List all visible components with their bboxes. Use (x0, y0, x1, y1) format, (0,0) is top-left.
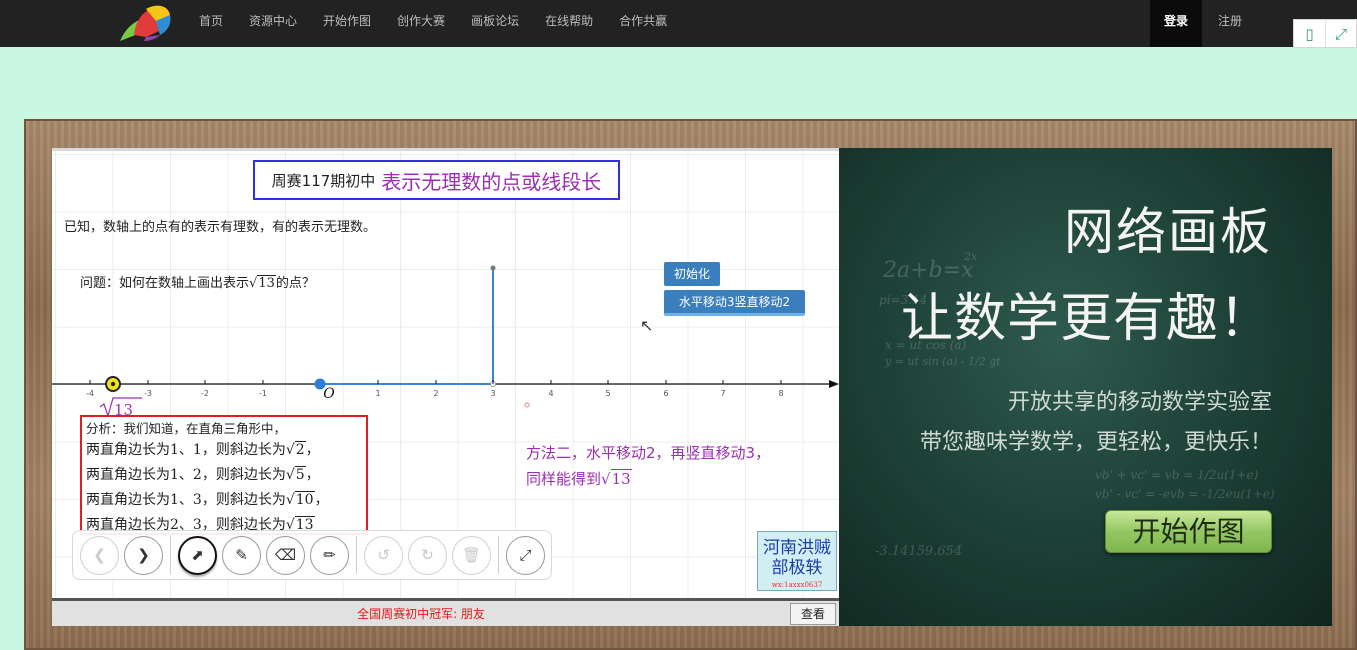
tick-label: 4 (548, 389, 553, 398)
stamp-contact: wx:1axxx0637 (771, 581, 823, 589)
champion-text: 全国周赛初中冠军: 朋友 (357, 607, 485, 621)
trash-icon[interactable]: 🗑 (452, 535, 491, 575)
forward-icon[interactable]: ❯ (124, 535, 163, 575)
small-point (524, 402, 530, 408)
pointer-icon[interactable]: ⬈ (178, 535, 217, 575)
tick-label: 5 (605, 389, 610, 398)
nav-help[interactable]: 在线帮助 (532, 0, 606, 47)
view-button[interactable]: 查看 (790, 603, 836, 625)
nav-home[interactable]: 首页 (186, 0, 236, 47)
stamp-text: 河南洪贼 (763, 538, 831, 558)
eraser-icon[interactable]: ⌫ (266, 535, 305, 575)
tick-label: 8 (778, 389, 783, 398)
init-button[interactable]: 初始化 (664, 262, 720, 286)
promo-chalkboard: 2x 2a+b=x pi=3.14 x = ut cos (a) y = ut … (839, 148, 1332, 626)
question-suffix: 的点？ (275, 276, 315, 291)
top-nav-bar: 首页 资源中心 开始作图 创作大赛 画板论坛 在线帮助 合作共赢 登录 注册 (0, 0, 1357, 47)
start-drawing-button[interactable]: 开始作图 (1105, 510, 1272, 553)
tick-label: 3 (490, 389, 495, 398)
author-stamp: 河南洪贼 部极轶 wx:1axxx0637 (757, 531, 837, 591)
nav-contest[interactable]: 创作大赛 (384, 0, 458, 47)
doodle: y = ut sin (a) - 1/2 gt (885, 355, 1001, 368)
title-prefix: 周赛117期初中 (271, 171, 376, 190)
nav-forum[interactable]: 画板论坛 (458, 0, 532, 47)
promo-tagline-1: 开放共享的移动数学实验室 (1007, 390, 1272, 415)
redo-icon[interactable]: ↻ (408, 535, 447, 575)
sqrt13-point-center (110, 381, 116, 387)
login-button[interactable]: 登录 (1150, 0, 1202, 47)
promo-headline: 网络画板 (1064, 203, 1272, 261)
pencil-icon[interactable]: ✎ (222, 535, 261, 575)
register-link[interactable]: 注册 (1208, 0, 1252, 47)
drawing-toolbar: ❮ ❯ ⬈ ✎ ⌫ ✏ ↺ ↻ 🗑 ⤢ (72, 530, 552, 580)
analysis-intro: 分析：我们知道，在直角三角形中， (86, 421, 287, 436)
pen-underline-icon[interactable]: ✏ (310, 535, 349, 575)
analysis-line: 两直角边长为1、2，则斜边长为√5， (86, 466, 320, 483)
tick-label: 7 (720, 389, 725, 398)
question-prefix: 问题：如何在数轴上画出表示 (80, 276, 250, 291)
side-tools: ▯ ⤢ (1293, 19, 1357, 48)
tick-label: -2 (201, 389, 209, 398)
doodle: vb' + vc' = vb = 1/2u(1+e) (1095, 468, 1259, 482)
analysis-box: 分析：我们知道，在直角三角形中， 两直角边长为1、1，则斜边长为√2， 两直角边… (80, 415, 368, 535)
back-icon[interactable]: ❮ (80, 535, 119, 575)
nav-cooperation[interactable]: 合作共赢 (606, 0, 680, 47)
undo-icon[interactable]: ↺ (364, 535, 403, 575)
move-animation-button[interactable]: 水平移动3竖直移动2 (664, 290, 805, 316)
toolbar-divider (170, 536, 171, 574)
known-statement: 已知，数轴上的点有的表示有理数，有的表示无理数。 (64, 220, 377, 235)
mouse-cursor-icon: ↖ (640, 316, 654, 335)
analysis-line: 两直角边长为1、3，则斜边长为√10， (86, 491, 329, 508)
question-radicand: 13 (257, 275, 276, 291)
origin-label: O (323, 386, 335, 402)
toolbar-divider (498, 536, 499, 574)
tick-label: 1 (375, 389, 380, 398)
board-title: 周赛117期初中 表示无理数的点或线段长 (253, 160, 620, 200)
method-two-line1: 方法二，水平移动2，再竖直移动3， (526, 444, 771, 462)
method-two-line2: 同样能得到√13 (526, 469, 632, 488)
expand-icon[interactable]: ⤢ (1324, 20, 1356, 47)
main-nav: 首页 资源中心 开始作图 创作大赛 画板论坛 在线帮助 合作共赢 (186, 0, 680, 47)
analysis-line: 两直角边长为1、1，则斜边长为√2， (86, 441, 320, 458)
nav-resources[interactable]: 资源中心 (236, 0, 310, 47)
fullscreen-icon[interactable]: ⤢ (506, 535, 545, 575)
sqrt-symbol: √13 (249, 275, 276, 291)
x-axis-arrow (829, 380, 839, 388)
question-text: 问题：如何在数轴上画出表示√13的点？ (80, 272, 315, 291)
geometry-board[interactable]: -4 -3 -2 -1 O 1 2 3 4 5 6 7 8 13 周赛117期初… (52, 148, 839, 598)
point-top (490, 265, 496, 271)
method-two-note: 方法二，水平移动2，再竖直移动3， 同样能得到√13 (526, 440, 770, 492)
tick-label: 6 (663, 389, 668, 398)
stamp-text-2: 部极轶 (771, 558, 823, 578)
doodle: vb' - vc' = -evb = -1/2eu(1+e) (1095, 487, 1275, 501)
site-logo[interactable] (116, 1, 174, 43)
title-main: 表示无理数的点或线段长 (381, 169, 602, 194)
promo-subheadline: 让数学更有趣！ (900, 289, 1272, 349)
tick-label: 2 (433, 389, 438, 398)
tick-label: -3 (144, 389, 152, 398)
tick-label: -1 (259, 389, 267, 398)
champion-bar: 全国周赛初中冠军: 朋友 查看 (52, 598, 839, 626)
nav-start-drawing[interactable]: 开始作图 (310, 0, 384, 47)
doodle: -3.14159.654 (875, 544, 963, 559)
promo-tagline-2: 带您趣味学数学，更轻松，更快乐！ (919, 430, 1272, 455)
toolbar-divider (356, 536, 357, 574)
bookmark-icon[interactable]: ▯ (1294, 20, 1325, 47)
tick-label: -4 (86, 389, 94, 398)
